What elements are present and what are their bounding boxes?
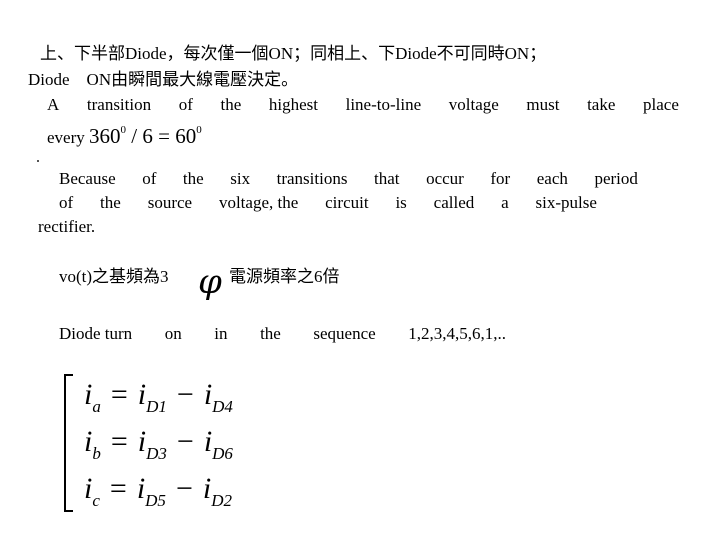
phi-symbol: φ: [198, 262, 222, 302]
sequence-line: Diode turn on in the sequence 1,2,3,4,5,…: [59, 324, 506, 344]
word: sequence: [313, 324, 376, 343]
word: occur: [426, 169, 464, 188]
word: that: [374, 169, 400, 188]
word: of: [178, 95, 193, 114]
because-line-3: rectifier.: [38, 217, 96, 236]
transition-sentence: A transition of the highest line-to-line…: [47, 95, 679, 115]
angle-formula: 3600 / 6 = 600: [89, 124, 202, 148]
word: transition: [86, 95, 152, 114]
every-line: every 3600 / 6 = 600: [47, 120, 202, 148]
because-line-2: of the source voltage, the circuit is ca…: [59, 193, 597, 213]
eq-term: i: [202, 472, 212, 505]
word: each: [536, 169, 568, 188]
eq-term-sub: D5: [145, 491, 166, 510]
eq-term: i: [137, 425, 147, 458]
word: must: [526, 95, 560, 114]
word: voltage, the: [218, 193, 299, 212]
equation-ic: ic = iD5− iD2: [84, 472, 232, 518]
word: transitions: [276, 169, 348, 188]
intro-line-1: 上、下半部Diode，每次僅一個ON；同相上、下Diode不可同時ON；: [40, 44, 547, 63]
eq-term-sub: D2: [211, 491, 232, 510]
word: line-to-line: [345, 95, 422, 114]
word: the: [220, 95, 242, 114]
word: of: [142, 169, 157, 188]
freq-right: 電源頻率之6倍: [229, 267, 340, 286]
word: the: [100, 193, 121, 212]
eq-term-sub: D1: [146, 397, 167, 416]
word: for: [490, 169, 511, 188]
word: circuit: [325, 193, 369, 212]
formula-360: 360: [89, 124, 121, 148]
eq-equals: =: [110, 378, 128, 411]
formula-60: 60: [175, 124, 197, 148]
stray-dot: [37, 160, 39, 162]
equation-ia: ia = iD1− iD4: [84, 378, 233, 424]
degree-sup: 0: [196, 124, 202, 136]
eq-term-sub: D3: [146, 444, 167, 463]
word: six: [230, 169, 251, 188]
word: is: [395, 193, 407, 212]
word: on: [164, 324, 182, 343]
equation-ib: ib = iD3− iD6: [84, 425, 233, 471]
eq-lhs-sub: a: [92, 397, 101, 416]
word: A: [47, 95, 60, 114]
word: take: [587, 95, 616, 114]
word: the: [182, 169, 204, 188]
word: Diode turn: [59, 324, 133, 343]
eq-term-sub: D4: [212, 397, 233, 416]
intro-line-2: Diode ON由瞬間最大線電壓決定。: [28, 70, 299, 89]
eq-equals: =: [110, 425, 128, 458]
eq-term: i: [136, 472, 146, 505]
formula-div: / 6 =: [126, 124, 176, 148]
current-equations: ia = iD1− iD4 ib = iD3− iD6 ic = iD5− iD2: [64, 370, 264, 512]
word: six-pulse: [535, 193, 597, 212]
eq-minus: −: [175, 472, 193, 505]
eq-term: i: [203, 425, 213, 458]
word: called: [433, 193, 475, 212]
word: source: [147, 193, 193, 212]
eq-term: i: [203, 378, 213, 411]
because-line-1: Because of the six transitions that occu…: [59, 169, 638, 189]
word: Because: [59, 169, 116, 188]
word: highest: [268, 95, 318, 114]
eq-equals: =: [109, 472, 127, 505]
eq-lhs-sub: b: [92, 444, 101, 463]
word: place: [643, 95, 679, 114]
eq-minus: −: [176, 378, 194, 411]
word: voltage: [448, 95, 499, 114]
left-bracket: [64, 374, 73, 512]
eq-lhs-sub: c: [92, 491, 100, 510]
word: in: [214, 324, 228, 343]
eq-minus: −: [176, 425, 194, 458]
eq-term: i: [137, 378, 147, 411]
word: of: [59, 193, 74, 212]
word: period: [594, 169, 638, 188]
word: a: [501, 193, 509, 212]
word: the: [260, 324, 281, 343]
every-label: every: [47, 128, 85, 147]
word: 1,2,3,4,5,6,1,..: [408, 324, 506, 343]
eq-term-sub: D6: [212, 444, 233, 463]
freq-left: vo(t)之基頻為3: [59, 267, 169, 286]
